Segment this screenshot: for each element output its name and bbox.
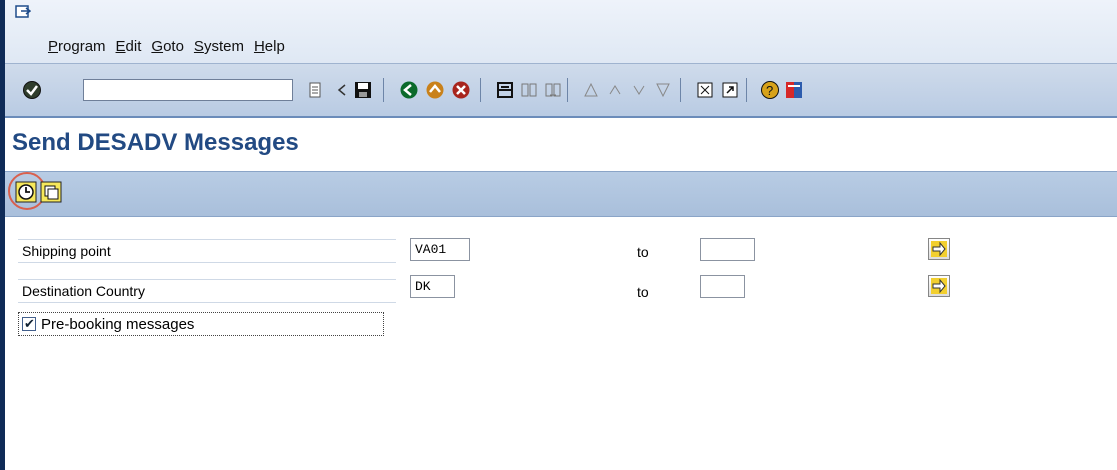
arrow-right-icon [931,241,947,257]
selection-variant-button[interactable] [39,180,63,204]
layout-button[interactable] [782,78,806,102]
last-page-icon [656,83,670,98]
pre-booking-messages-row[interactable]: ✔ Pre-booking messages [18,312,384,336]
menu-program-label: rogram [58,38,106,55]
help-icon: ? [761,81,779,99]
menu-system-label: ystem [203,38,244,55]
layout-icon [786,82,802,98]
shipping-point-multiple-selection-button[interactable] [928,238,950,260]
destination-country-row: Destination Country [18,279,396,303]
exit-icon [426,81,444,99]
previous-page-button[interactable] [603,78,627,102]
save-icon [355,82,371,98]
pre-booking-messages-checkbox[interactable]: ✔ [22,316,36,331]
shortcut-button[interactable] [718,78,742,102]
save-button[interactable] [351,78,375,102]
enter-button[interactable] [20,78,44,102]
menu-goto-mnemonic: G [151,38,164,55]
menu-items: Program Edit Goto System Help [48,38,295,55]
back-nav-button[interactable] [397,78,421,102]
toolbar-separator [480,78,481,102]
find-button[interactable] [517,78,541,102]
standard-toolbar: ? [5,64,1117,118]
next-page-button[interactable] [627,78,651,102]
menu-edit-mnemonic: E [115,38,126,55]
menu-goto[interactable]: Goto [151,38,184,55]
checkmark-icon: ✔ [24,316,35,331]
last-page-button[interactable] [651,78,675,102]
command-field[interactable] [83,79,293,101]
shipping-point-field[interactable]: VA01 [410,238,470,261]
enter-icon [23,81,41,99]
menu-system[interactable]: System [194,38,244,55]
toolbar-separator [680,78,681,102]
create-session-button[interactable] [693,78,717,102]
shipping-point-label: Shipping point [22,243,111,259]
menu-program[interactable]: Program [48,38,106,55]
shortcut-icon [722,82,738,98]
destination-country-to-label: to [637,284,649,300]
menu-bar: Program Edit Goto System Help [5,0,1117,64]
find-next-icon [545,83,561,97]
create-session-icon [697,82,713,98]
toolbar-separator [746,78,747,102]
menu-edit-label: dit [125,38,142,55]
back-icon [337,84,346,96]
application-toolbar [5,171,1117,217]
page-title: Send DESADV Messages [12,129,299,156]
shipping-point-to-label: to [637,244,649,260]
cancel-button[interactable] [449,78,473,102]
find-next-button[interactable] [541,78,565,102]
system-menu-icon[interactable] [15,5,31,19]
first-page-icon [584,82,598,97]
shipping-point-to-field[interactable] [700,238,755,261]
menu-help-label: elp [264,38,285,55]
print-icon [497,82,513,98]
menu-system-mnemonic: S [193,38,204,55]
destination-country-field[interactable]: DK [410,275,455,298]
svg-text:?: ? [766,83,773,98]
back-nav-icon [400,81,418,99]
help-button[interactable]: ? [758,78,782,102]
menu-program-mnemonic: P [48,38,59,55]
command-history-button[interactable] [303,78,327,102]
first-page-button[interactable] [579,78,603,102]
exit-button[interactable] [423,78,447,102]
command-history-icon [309,82,321,98]
next-page-icon [633,85,645,95]
selection-variant-icon [40,181,62,203]
menu-goto-label: oto [163,38,184,55]
destination-country-multiple-selection-button[interactable] [928,275,950,297]
find-icon [521,83,537,97]
print-button[interactable] [493,78,517,102]
previous-page-icon [609,85,621,95]
menu-help[interactable]: Help [254,38,285,55]
toolbar-separator [567,78,568,102]
toolbar-separator [383,78,384,102]
shipping-point-row: Shipping point [18,239,396,263]
arrow-right-icon [931,278,947,294]
menu-help-mnemonic: H [253,38,265,55]
cancel-icon [452,81,470,99]
destination-country-to-field[interactable] [700,275,745,298]
menu-edit[interactable]: Edit [116,38,142,55]
pre-booking-messages-label: Pre-booking messages [41,316,195,333]
execute-icon [15,181,37,203]
execute-button[interactable] [14,180,38,204]
destination-country-label: Destination Country [22,283,145,299]
